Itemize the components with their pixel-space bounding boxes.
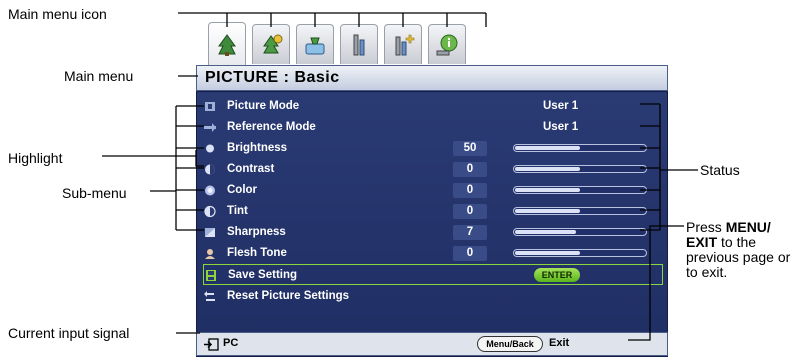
annotation-sub-menu: Sub-menu [62,185,127,201]
tab-display[interactable] [296,24,334,64]
menu-row-label: Tint [227,205,248,217]
slider-fill [515,251,580,255]
contrast-slider[interactable] [513,165,647,173]
sharpness-icon [205,228,215,237]
osd-menu: PICTURE : Basic Picture Mode User 1 Refe… [196,20,668,357]
menu-row-label: Reset Picture Settings [227,290,350,302]
information-tab-icon [436,34,458,55]
menu-row-value: 0 [453,183,487,198]
menu-row-tint[interactable]: Tint 0 [203,201,661,222]
brightness-slider[interactable] [513,144,647,152]
input-source-icon [204,338,219,351]
tint-icon [204,205,216,218]
slider-fill [515,167,580,171]
input-source-label: PC [223,337,239,349]
menu-row-label: Color [227,184,258,196]
color-icon [205,185,215,196]
brightness-icon [206,144,214,153]
menu-back-button[interactable]: Menu/Back [477,336,543,352]
menu-row-label: Flesh Tone [227,247,287,259]
menu-row-color[interactable]: Color 0 [203,180,661,201]
menu-row-status: User 1 [543,121,579,133]
menu-row-label: Reference Mode [227,121,316,133]
menu-row-reference-mode[interactable]: Reference Mode User 1 [203,117,661,138]
contrast-icon [205,164,215,175]
menu-row-label: Contrast [227,163,275,175]
menu-row-label: Sharpness [227,226,286,238]
menu-row-brightness[interactable]: Brightness 50 [203,138,661,159]
picture-mode-icon [205,102,215,111]
main-menu-tabs [196,20,668,66]
sub-menu-panel: Picture Mode User 1 Reference Mode User … [196,91,668,357]
menu-row-reset-picture-settings[interactable]: Reset Picture Settings [203,286,661,307]
enter-button[interactable]: ENTER [534,268,580,282]
tab-picture[interactable] [208,22,246,66]
color-slider[interactable] [513,186,647,194]
display-tab-icon [305,37,325,54]
reference-mode-icon [204,123,216,132]
tint-slider[interactable] [513,207,647,215]
annotation-highlight: Highlight [8,150,63,166]
menu-row-sharpness[interactable]: Sharpness 7 [203,222,661,243]
menu-row-label: Picture Mode [227,100,300,112]
picture-tab-icon [218,33,236,56]
picture-advanced-tab-icon [263,34,283,53]
flesh-tone-slider[interactable] [513,249,647,257]
tab-setting-advanced[interactable] [384,24,422,64]
flesh-tone-icon [205,249,215,259]
osd-footer: PC Menu/Back Exit [196,332,668,356]
menu-row-flesh-tone[interactable]: Flesh Tone 0 [203,243,661,264]
reset-icon [204,291,215,301]
menu-row-value: 7 [453,225,487,240]
annotation-current-input-signal: Current input signal [8,325,130,341]
annotation-main-menu-icon: Main menu icon [8,6,107,22]
slider-fill [515,188,580,192]
setting-basic-tab-icon [353,34,365,55]
slider-fill [515,209,580,213]
tab-setting-basic[interactable] [340,24,378,64]
annotation-status: Status [700,162,740,178]
menu-row-save-setting[interactable]: Save Setting ENTER [203,264,663,285]
annotation-main-menu: Main menu [64,68,134,84]
save-icon [206,270,216,281]
slider-fill [515,230,576,234]
setting-advanced-tab-icon [395,34,415,55]
menu-row-picture-mode[interactable]: Picture Mode User 1 [203,96,661,117]
menu-row-label: Save Setting [228,269,298,281]
main-menu-title: PICTURE : Basic [196,65,668,91]
menu-row-value: 50 [453,141,487,156]
tab-picture-advanced[interactable] [252,24,290,64]
menu-row-value: 0 [453,162,487,177]
annotation-press-menu-exit: Press MENU/ EXIT to the previous page or… [686,219,791,280]
menu-row-status: User 1 [543,100,579,112]
slider-fill [515,146,580,150]
menu-row-value: 0 [453,204,487,219]
menu-row-label: Brightness [227,142,288,154]
menu-row-contrast[interactable]: Contrast 0 [203,159,661,180]
menu-row-value: 0 [453,246,487,261]
tab-information[interactable] [428,24,466,64]
sharpness-slider[interactable] [513,228,647,236]
exit-label: Exit [549,337,570,349]
